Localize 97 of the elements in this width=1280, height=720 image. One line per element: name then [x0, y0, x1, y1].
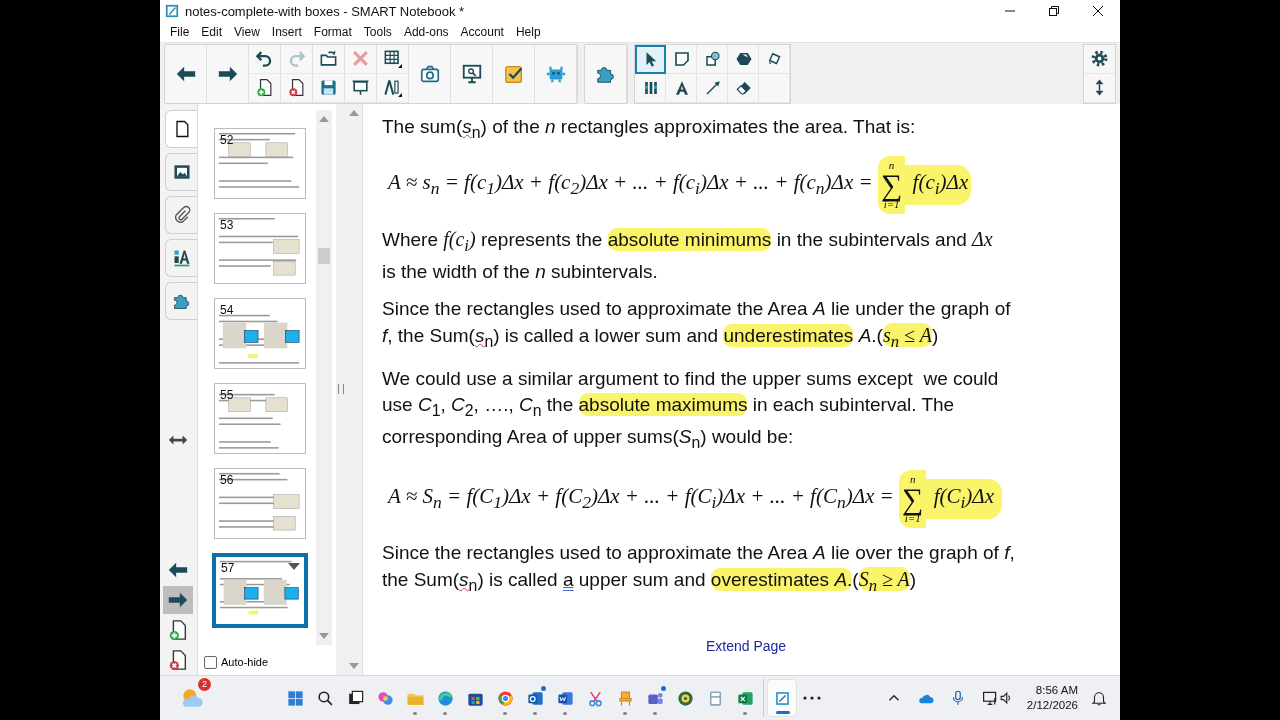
settings-icon — [1090, 49, 1109, 68]
fill-shape-tool[interactable] — [728, 44, 759, 74]
menu-item[interactable]: Edit — [195, 25, 229, 39]
notification-dot — [661, 686, 666, 691]
pens-tool[interactable] — [635, 73, 666, 103]
page-thumbnail[interactable]: 57 — [212, 553, 308, 628]
running-indicator — [563, 712, 567, 715]
add-page-icon — [167, 619, 189, 641]
bell-icon — [1090, 689, 1108, 707]
close-icon — [1093, 6, 1103, 16]
paragraph: Since the rectangles used to approximate the Area A lie under the graph of f, the Sum(s$_{n}$) is called a lower sum and underestimates A.(s$_{n}$ ≤ A) — [382, 296, 1012, 353]
eraser-tool[interactable] — [728, 73, 759, 103]
browser-icon — [435, 688, 455, 708]
eraser-icon — [734, 79, 753, 97]
fill-shape-icon — [734, 50, 753, 68]
shape-tool[interactable] — [697, 44, 728, 74]
text-tool[interactable] — [666, 73, 697, 103]
clock[interactable]: 8:56 AM 2/12/2026 — [1022, 683, 1082, 713]
paragraph: Where f(c$_{i}$) represents the absolute minimums in the subintervals and Δx is the width of the n subintervals. — [382, 226, 994, 284]
properties-tab[interactable] — [165, 239, 197, 277]
screen-capture-icon — [460, 62, 483, 85]
extend-page-link[interactable]: Extend Page — [705, 633, 787, 660]
page-number: 57 — [221, 562, 235, 574]
math-expression: f(C$_{i}$)Δx — [925, 479, 1003, 520]
save-icon — [319, 78, 338, 97]
circle-app-icon — [675, 688, 695, 708]
running-indicator — [743, 712, 747, 715]
running-indicator — [443, 712, 447, 715]
splitter-handle[interactable] — [338, 383, 344, 394]
maximize-icon — [1049, 6, 1059, 16]
math-expression: A ≈ s$_{n}$ = f(c$_{1}$)Δx + f(c$_{2}$)Δx + ... + f(c$_{i}$)Δx + ... + f(c$_{n}$)Δx = — [388, 168, 874, 200]
table-icon — [383, 49, 402, 68]
browser-icon — [495, 688, 515, 708]
delete-page-icon — [167, 649, 189, 671]
math-expression: f(c$_{i}$)Δx — [904, 164, 972, 205]
undo-icon — [255, 49, 274, 68]
search-icon — [315, 688, 335, 708]
notification-dot — [541, 686, 546, 691]
next-page-button[interactable] — [163, 586, 193, 614]
page-thumbnail[interactable]: 55 — [214, 383, 306, 454]
select-tool[interactable] — [635, 44, 666, 74]
page-thumbnail[interactable]: 54 — [214, 298, 306, 369]
notification-badge: 2 — [198, 678, 211, 691]
page-number: 52 — [220, 134, 234, 146]
screen-shade-icon — [351, 78, 370, 97]
delete-page-icon — [287, 78, 306, 97]
measurement-tools-icon — [383, 78, 402, 97]
page-number: 56 — [220, 474, 234, 486]
paragraph: The sum(s$_{n}$) of the n rectangles approximates the area. That is: — [382, 115, 917, 143]
page-sorter-tab[interactable] — [165, 110, 197, 148]
auto-hide-checkbox[interactable] — [204, 655, 217, 669]
note-tool[interactable] — [666, 44, 697, 74]
gallery-tab[interactable] — [165, 153, 197, 191]
running-indicator — [653, 712, 657, 715]
attachments-tab[interactable] — [165, 196, 197, 234]
line-tool[interactable] — [697, 73, 728, 103]
start-icon — [285, 688, 305, 708]
running-indicator — [503, 712, 507, 715]
math-expression: A ≈ S$_{n}$ = f(C$_{1}$)Δx + f(C$_{2}$)Δx + ... + f(C$_{i}$)Δx + ... + f(C$_{n}$)Δx = — [388, 483, 895, 515]
fill-tool[interactable] — [759, 44, 790, 74]
add-page-icon — [255, 78, 274, 97]
page-number: 55 — [220, 389, 234, 401]
add-ons-tab[interactable] — [165, 282, 197, 320]
menu-item[interactable]: Tools — [357, 25, 398, 39]
page-thumbnail[interactable]: 53 — [214, 213, 306, 284]
summation: n ∑ i=1 — [899, 470, 927, 529]
delete-icon — [351, 49, 370, 68]
paragraph: Since the rectangles used to approximate the Area A lie over the graph of f, the Sum(s$_{n}$) is called a upper sum and overestimates A.(S$_{n}$ ≥ A) — [382, 541, 1016, 598]
more-icon — [803, 696, 821, 700]
summation: n ∑ i=1 — [877, 155, 906, 214]
menu-item[interactable]: File — [164, 25, 196, 39]
paragraph: We could use a similar argument to find the upper sums except we could use C$_{1}$, C$_{2}$, …., C$_{n}$ the absolute maximums in each subinterval. The corresponding Area of upper sums(S$_{n}$) would be: — [382, 366, 1000, 453]
menu-item[interactable]: Insert — [265, 25, 308, 39]
running-indicator — [413, 712, 417, 715]
menu-item[interactable]: View — [228, 25, 266, 39]
scrollbar-thumb[interactable] — [318, 248, 330, 264]
clock-date: 2/12/2026 — [1026, 698, 1078, 713]
redo-icon — [287, 49, 306, 68]
menu-item[interactable]: Add-ons — [397, 25, 455, 39]
running-indicator — [776, 711, 790, 714]
page-thumbnail[interactable]: 56 — [214, 468, 306, 539]
page-number: 54 — [220, 304, 234, 316]
menu-item[interactable]: Account — [454, 25, 510, 39]
menu-item[interactable]: Help — [509, 25, 547, 39]
running-indicator — [623, 712, 627, 715]
app-icon — [165, 4, 179, 18]
auto-hide-label: Auto-hide — [221, 656, 269, 668]
open-icon — [319, 49, 338, 68]
menu-caret-icon[interactable] — [288, 563, 300, 570]
menu-item[interactable]: Format — [307, 25, 358, 39]
shape-icon — [703, 50, 722, 68]
clock-time: 8:56 AM — [1035, 683, 1078, 698]
note-icon — [672, 50, 691, 68]
page-number: 53 — [220, 219, 234, 231]
window-title: notes-complete-with boxes - SMART Notebook * — [185, 3, 466, 19]
running-indicator — [533, 712, 537, 715]
page-thumbnail[interactable]: 52 — [214, 128, 306, 199]
